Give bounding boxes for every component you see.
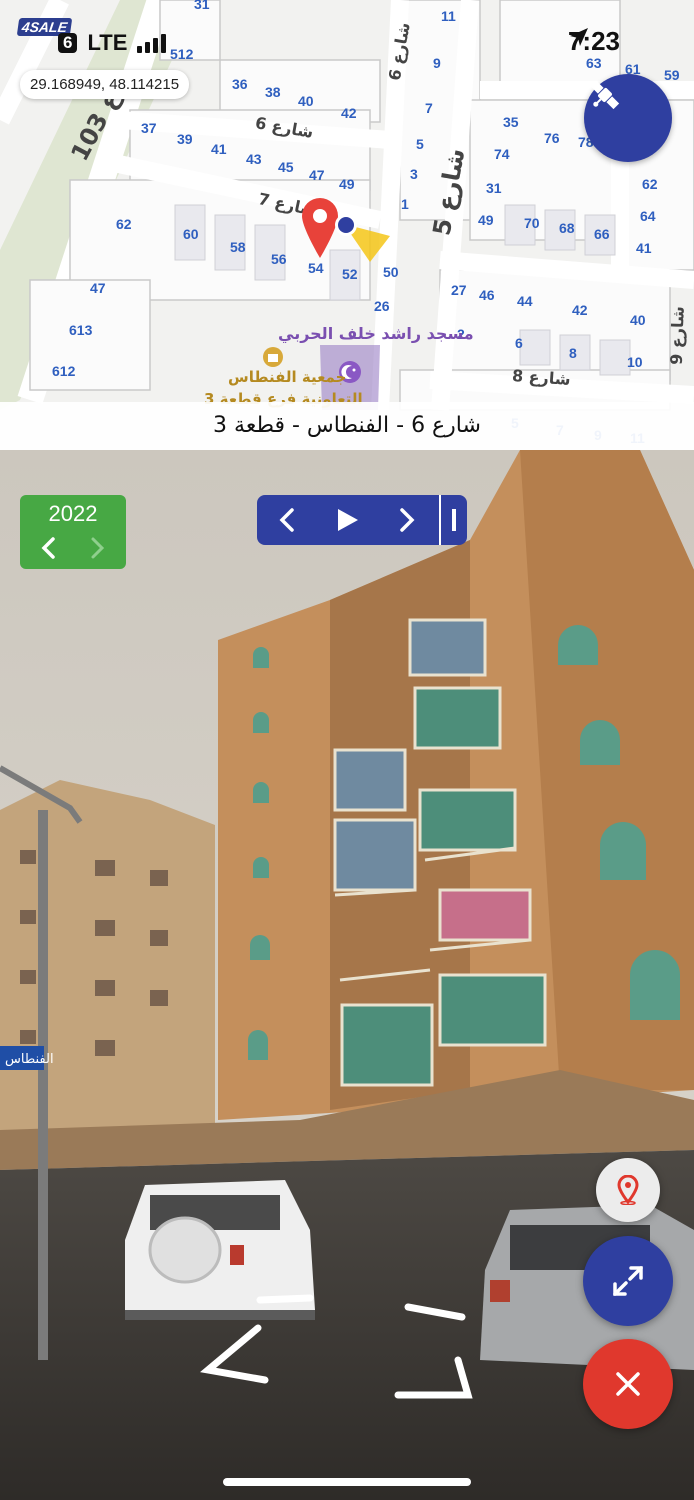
plot-number: 46 [479,287,495,303]
plot-number: 3 [410,166,418,182]
close-icon [616,1372,640,1396]
plot-number: 41 [211,141,227,157]
plot-number: 10 [627,354,643,370]
play-icon [338,509,358,531]
plot-number: 35 [503,114,519,130]
satellite-icon [590,80,620,110]
plot-number: 76 [544,130,560,146]
plot-number: 52 [342,266,358,282]
expand-button[interactable] [583,1236,673,1326]
year-label: 2022 [48,501,98,526]
plot-number: 58 [230,239,246,255]
plot-number: 60 [183,226,199,242]
next-button[interactable] [377,495,437,545]
play-button[interactable] [317,495,377,545]
signal-icon [137,33,167,53]
plot-number: 62 [642,176,658,192]
plot-number: 40 [298,93,314,109]
carrier-info: 6 LTE [58,30,167,56]
close-button[interactable] [583,1339,673,1429]
chevron-left-icon[interactable] [38,535,60,561]
plot-number: 40 [630,312,646,328]
address-bar: شارع 6 - الفنطاس - قطعة 3 [0,402,694,450]
previous-button[interactable] [257,495,317,545]
coop-label-line1: جمعية الفنطاس [228,368,347,386]
skip-end-button[interactable] [441,495,467,545]
current-location-icon [335,214,357,236]
plot-number: 45 [278,159,294,175]
status-bar: 4SALE 6 LTE 7:23 [0,0,694,80]
mosque-label: مسجد راشد خلف الحربي [278,324,474,343]
plot-number: 1 [401,196,409,212]
plot-number: 612 [52,363,76,379]
plot-number: 66 [594,226,610,242]
location-pin-icon [617,1175,639,1205]
plot-number: 7 [425,100,433,116]
plot-number: 44 [517,293,533,309]
coordinates-label[interactable]: 29.168949, 48.114215 [20,70,190,99]
road-label-street9: شارع 9 [666,305,688,366]
playback-controls [257,495,467,545]
plot-number: 27 [451,282,467,298]
chevron-left-icon [279,508,294,532]
plot-number: 42 [572,302,588,318]
street-sign: الفنطاس [5,1052,54,1067]
plot-number: 6 [515,335,523,351]
network-type: LTE [87,30,128,55]
plot-number: 74 [494,146,510,162]
home-indicator[interactable] [223,1478,471,1486]
plot-number: 613 [69,322,93,338]
plot-number: 5 [416,136,424,152]
location-arrow-icon [569,28,588,46]
satellite-toggle-button[interactable] [584,74,672,162]
plot-number: 8 [569,345,577,361]
plot-number: 54 [308,260,324,276]
plot-number: 64 [640,208,656,224]
clock: 7:23 [568,26,620,57]
street-view-image: الفنطاس [0,450,694,1500]
map-view[interactable]: 31 11 9 512 7 63 61 59 36 38 40 42 37 39… [0,0,694,450]
plot-number: 62 [116,216,132,232]
year-selector: 2022 [20,495,126,569]
chevron-right-icon [400,508,415,532]
plot-number: 50 [383,264,399,280]
coop-icon [263,347,283,367]
plot-number: 47 [309,167,325,183]
plot-number: 42 [341,105,357,121]
plot-number: 31 [486,180,502,196]
bar-icon [452,509,456,531]
plot-number: 38 [265,84,281,100]
plot-number: 49 [339,176,355,192]
street-view[interactable]: الفنطاس 2022 [0,450,694,1500]
plot-number: 49 [478,212,494,228]
road-label-street8: شارع 8 [511,365,572,390]
plot-number: 37 [141,120,157,136]
plot-number: 56 [271,251,287,267]
plot-number: 39 [177,131,193,147]
plot-number: 70 [524,215,540,231]
plot-number: 41 [636,240,652,256]
plot-number: 26 [374,298,390,314]
chevron-right-icon[interactable] [86,535,108,561]
locate-on-map-button[interactable] [596,1158,660,1222]
plot-number: 68 [559,220,575,236]
plot-number: 43 [246,151,262,167]
expand-icon [613,1266,643,1296]
plot-number: 47 [90,280,106,296]
sim-badge: 6 [58,33,78,53]
